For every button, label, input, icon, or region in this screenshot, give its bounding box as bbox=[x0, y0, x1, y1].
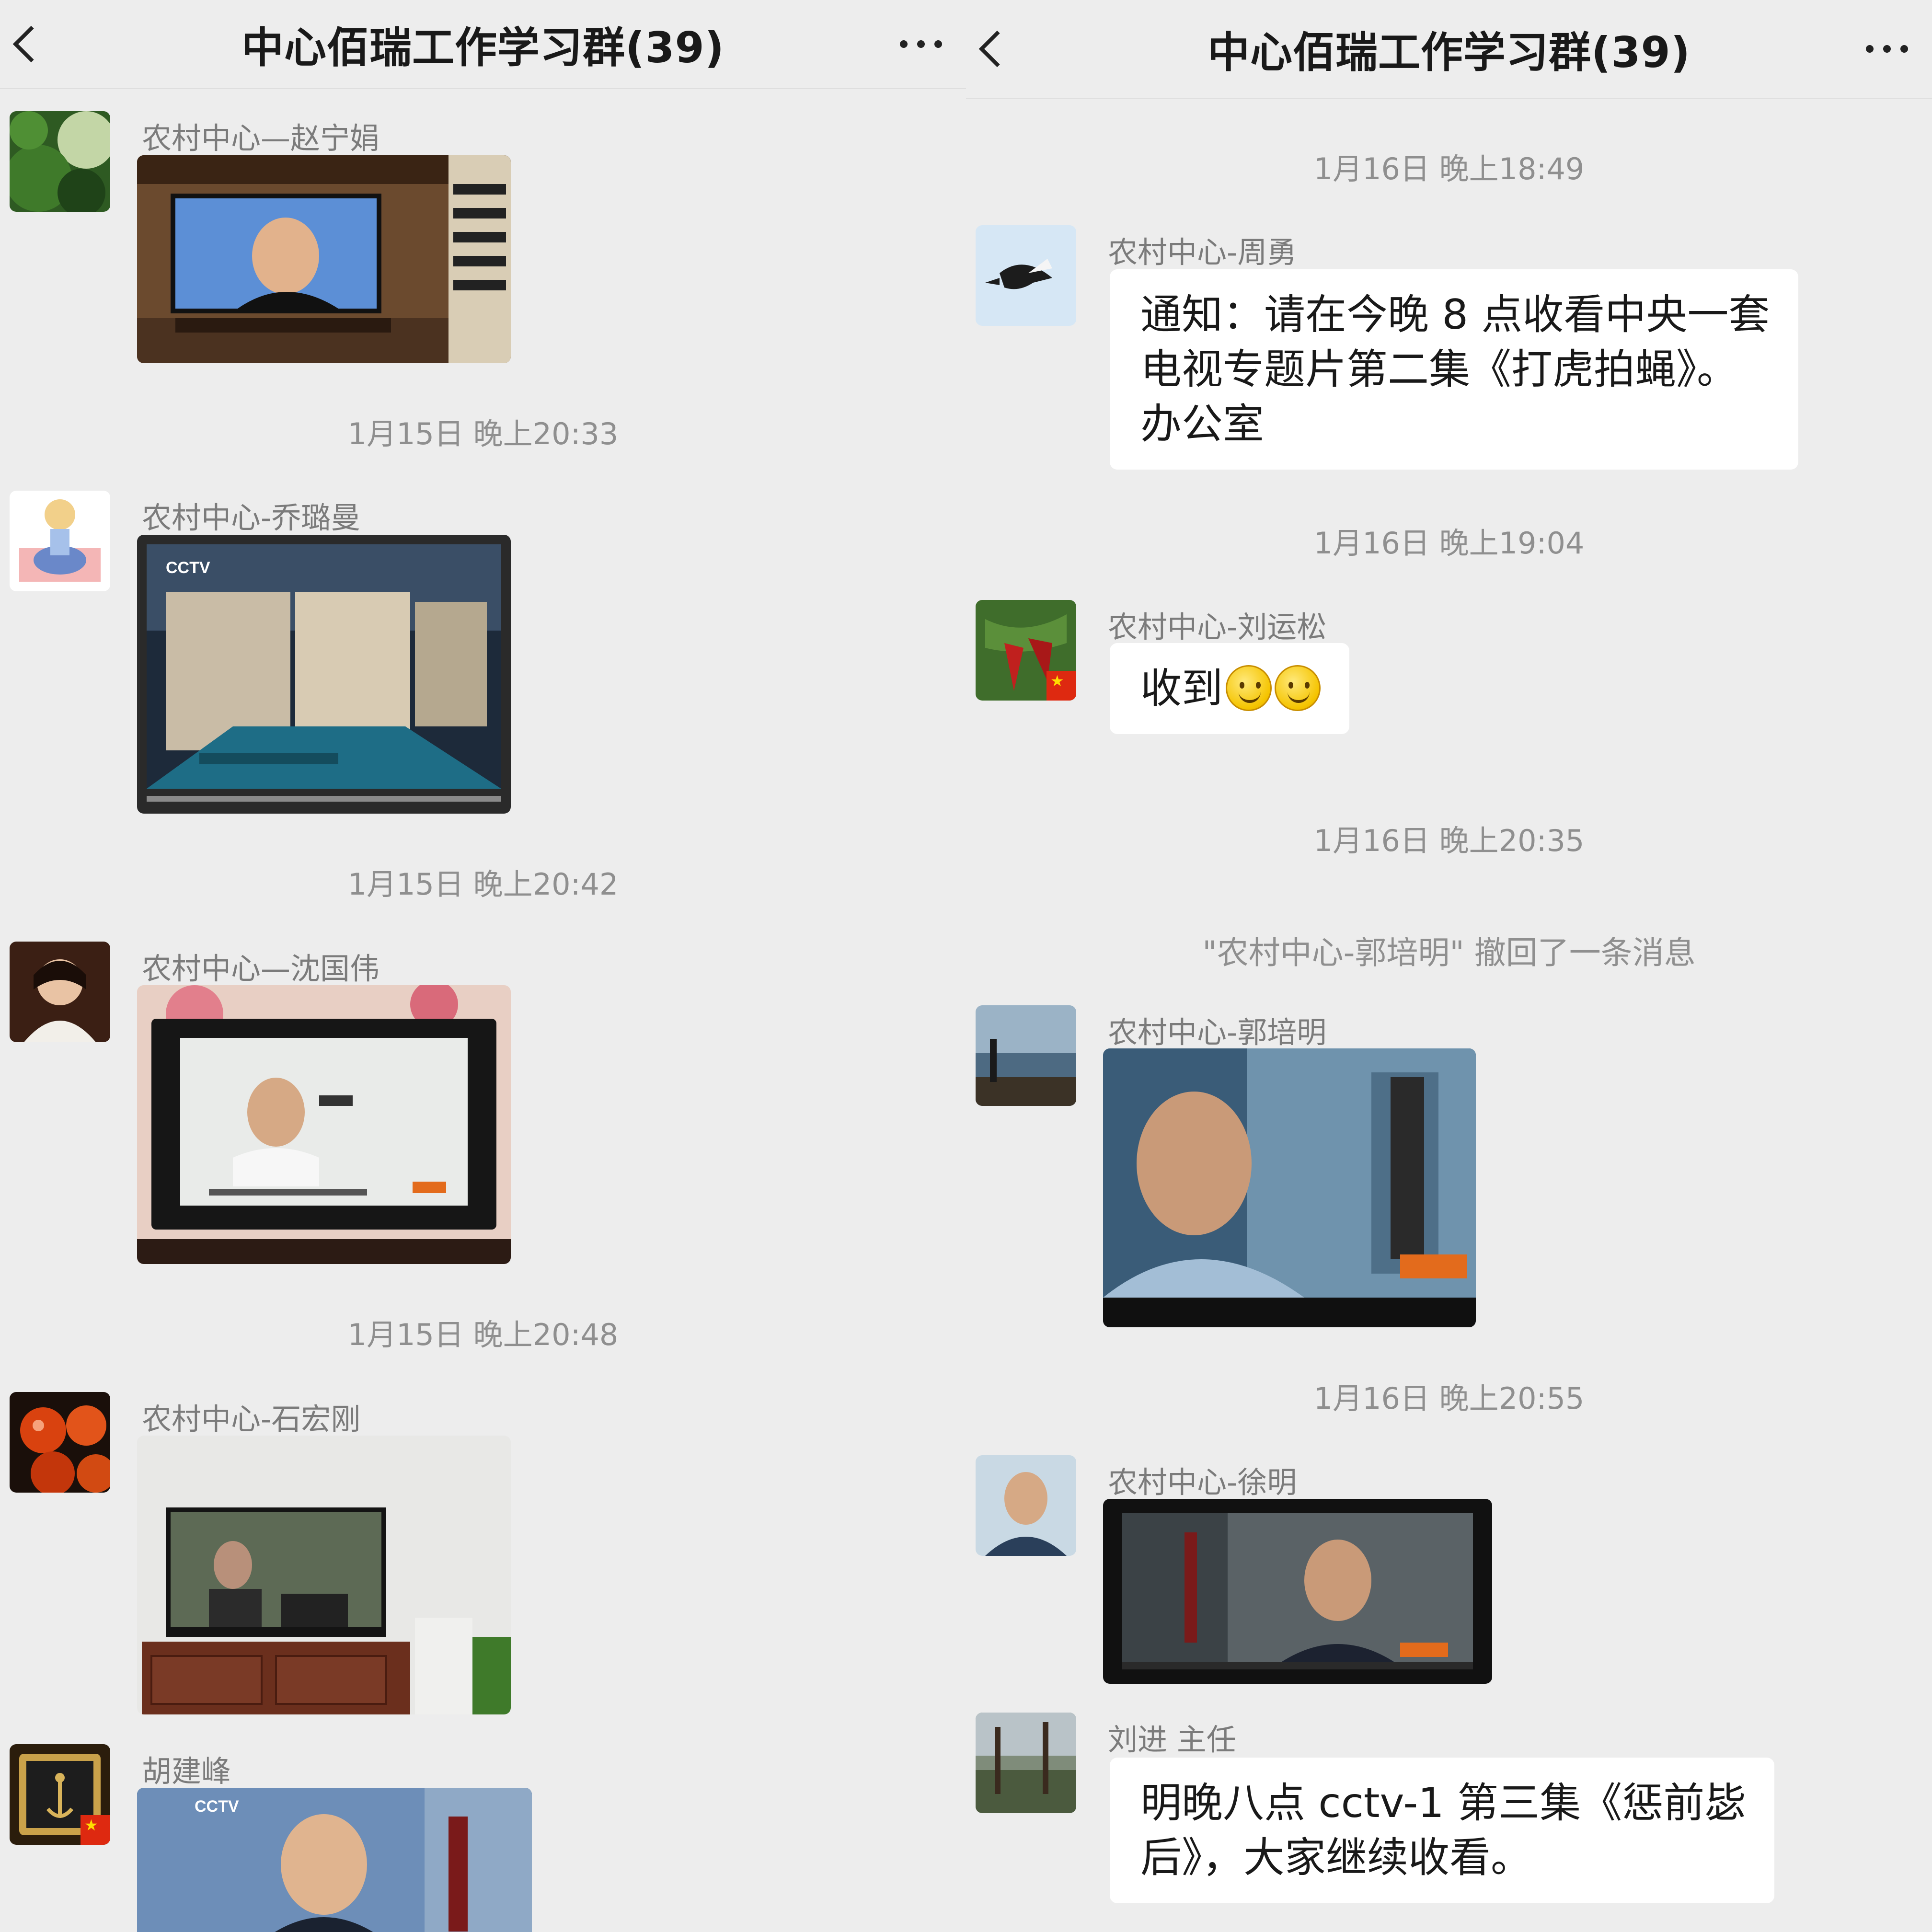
sender-name: 农村中心-石宏刚 bbox=[142, 1402, 361, 1437]
smile-emoji-icon bbox=[1275, 665, 1321, 711]
message-line: 后》，大家继续收看。 bbox=[1140, 1834, 1532, 1882]
avatar[interactable] bbox=[976, 1005, 1076, 1106]
svg-text:CCTV: CCTV bbox=[195, 1797, 239, 1816]
timestamp: 1月16日 晚上20:35 bbox=[1313, 823, 1585, 858]
more-dots-icon[interactable] bbox=[1866, 45, 1908, 53]
message-text: 收到 bbox=[1140, 665, 1223, 713]
avatar[interactable] bbox=[976, 1455, 1076, 1556]
image-message[interactable] bbox=[137, 985, 511, 1264]
text-message-bubble[interactable]: 明晚八点 cctv-1 第三集《惩前毖 后》，大家继续收看。 bbox=[1110, 1758, 1775, 1903]
svg-text:CCTV: CCTV bbox=[166, 559, 210, 577]
sender-name: 农村中心-徐明 bbox=[1108, 1465, 1297, 1500]
image-message[interactable] bbox=[1103, 1048, 1476, 1327]
chat-title: 中心佰瑞工作学习群(39) bbox=[242, 23, 724, 72]
image-message[interactable] bbox=[137, 1436, 511, 1714]
timestamp: 1月15日 晚上20:48 bbox=[347, 1317, 619, 1352]
sender-name: 农村中心-刘运松 bbox=[1108, 610, 1327, 644]
timestamp: 1月16日 晚上20:55 bbox=[1313, 1381, 1585, 1416]
avatar[interactable] bbox=[976, 225, 1076, 326]
chat-title: 中心佰瑞工作学习群(39) bbox=[1208, 27, 1690, 77]
message-line: 办公室 bbox=[1140, 400, 1264, 448]
chevron-left-icon[interactable] bbox=[978, 30, 1016, 68]
chevron-left-icon[interactable] bbox=[12, 25, 50, 63]
avatar[interactable] bbox=[10, 1744, 110, 1845]
image-message[interactable]: CCTV bbox=[137, 1788, 532, 1932]
china-flag-icon bbox=[80, 1815, 110, 1845]
chat-header: 中心佰瑞工作学习群(39) bbox=[0, 0, 966, 89]
timestamp: 1月16日 晚上19:04 bbox=[1313, 526, 1585, 561]
chat-panel-right: 中心佰瑞工作学习群(39) 1月16日 晚上18:49 农村中心-周勇 通知：请… bbox=[966, 0, 1932, 1932]
sender-name: 农村中心-乔璐曼 bbox=[142, 500, 361, 535]
smile-emoji-icon bbox=[1226, 665, 1272, 711]
timestamp: 1月16日 晚上18:49 bbox=[1313, 151, 1585, 186]
chat-header: 中心佰瑞工作学习群(39) bbox=[966, 0, 1932, 99]
more-dots-icon[interactable] bbox=[900, 40, 942, 48]
china-flag-icon bbox=[1046, 671, 1076, 701]
message-line: 电视专题片第二集《打虎拍蝇》。 bbox=[1140, 345, 1738, 393]
chat-panel-left: 中心佰瑞工作学习群(39) 农村中心—赵宁娟 1月15日 晚上20:33 农村中… bbox=[0, 0, 966, 1932]
text-message-bubble[interactable]: 通知：请在今晚 8 点收看中央一套 电视专题片第二集《打虎拍蝇》。 办公室 bbox=[1110, 269, 1799, 470]
timestamp: 1月15日 晚上20:33 bbox=[347, 416, 619, 451]
sender-name: 农村中心-郭培明 bbox=[1108, 1015, 1327, 1050]
sender-name: 农村中心—沈国伟 bbox=[142, 951, 380, 986]
image-message[interactable] bbox=[1103, 1499, 1492, 1684]
avatar[interactable] bbox=[976, 1713, 1076, 1813]
recall-notice: "农村中心-郭培明" 撤回了一条消息 bbox=[1202, 934, 1696, 971]
avatar[interactable] bbox=[10, 942, 110, 1042]
message-line: 通知：请在今晚 8 点收看中央一套 bbox=[1140, 291, 1770, 339]
avatar[interactable] bbox=[10, 1392, 110, 1493]
image-message[interactable] bbox=[137, 155, 511, 363]
message-line: 明晚八点 cctv-1 第三集《惩前毖 bbox=[1140, 1779, 1746, 1827]
avatar[interactable] bbox=[10, 111, 110, 212]
timestamp: 1月15日 晚上20:42 bbox=[347, 867, 619, 902]
sender-name: 农村中心-周勇 bbox=[1108, 235, 1297, 270]
text-message-bubble[interactable]: 收到 bbox=[1110, 643, 1349, 734]
avatar[interactable] bbox=[10, 491, 110, 591]
avatar[interactable] bbox=[976, 600, 1076, 701]
sender-name: 刘进 主任 bbox=[1108, 1722, 1236, 1757]
sender-name: 胡建峰 bbox=[142, 1754, 231, 1789]
image-message[interactable]: CCTV bbox=[137, 535, 511, 814]
sender-name: 农村中心—赵宁娟 bbox=[142, 121, 380, 156]
